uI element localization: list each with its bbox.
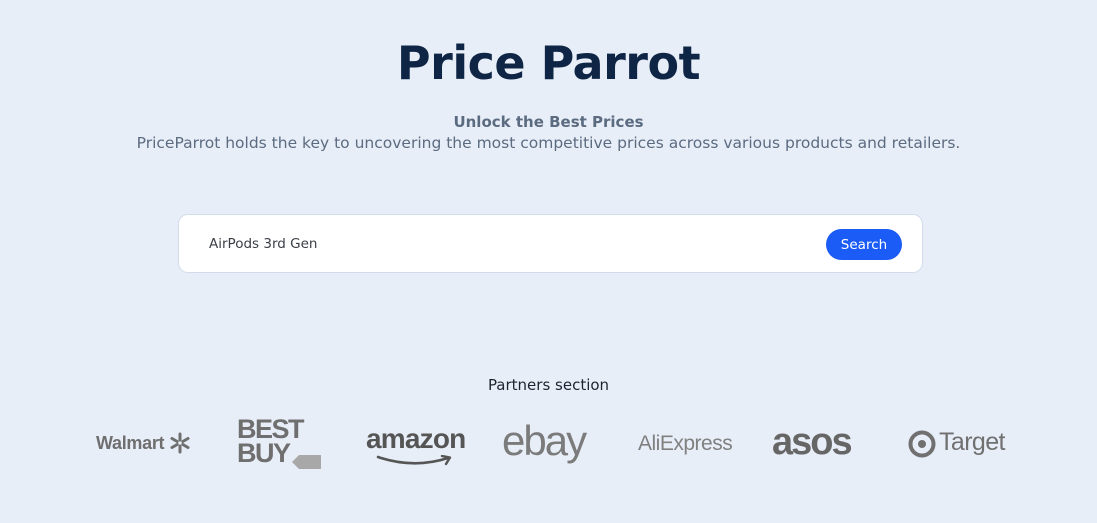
walmart-logo-text: Walmart [96,433,165,453]
bestbuy-logo: BEST BUY [237,416,321,469]
aliexpress-logo: AliExpress [638,432,733,455]
search-button[interactable]: Search [826,229,902,260]
amazon-logo: amazon [366,423,466,466]
walmart-logo: Walmart [96,432,190,454]
partners-logo-row: Walmart BEST BUY amazon ebay AliExpress … [0,415,1097,475]
search-bar: Search [178,214,923,273]
page-subtitle: Unlock the Best Prices [453,113,644,131]
walmart-spark-icon [170,432,190,454]
target-logo-text: Target [939,428,1005,456]
asos-logo: asos [772,421,853,463]
target-bullseye-icon [908,430,936,458]
amazon-smile-icon [376,455,452,466]
page-title: Price Parrot [396,36,701,90]
ebay-logo: ebay [502,417,587,464]
target-logo: Target [908,428,1005,458]
page-description: PriceParrot holds the key to uncovering … [136,134,961,152]
amazon-logo-text: amazon [366,423,466,454]
search-input[interactable] [209,234,809,254]
bestbuy-tag-icon [292,455,321,469]
partners-title: Partners section [487,376,610,394]
